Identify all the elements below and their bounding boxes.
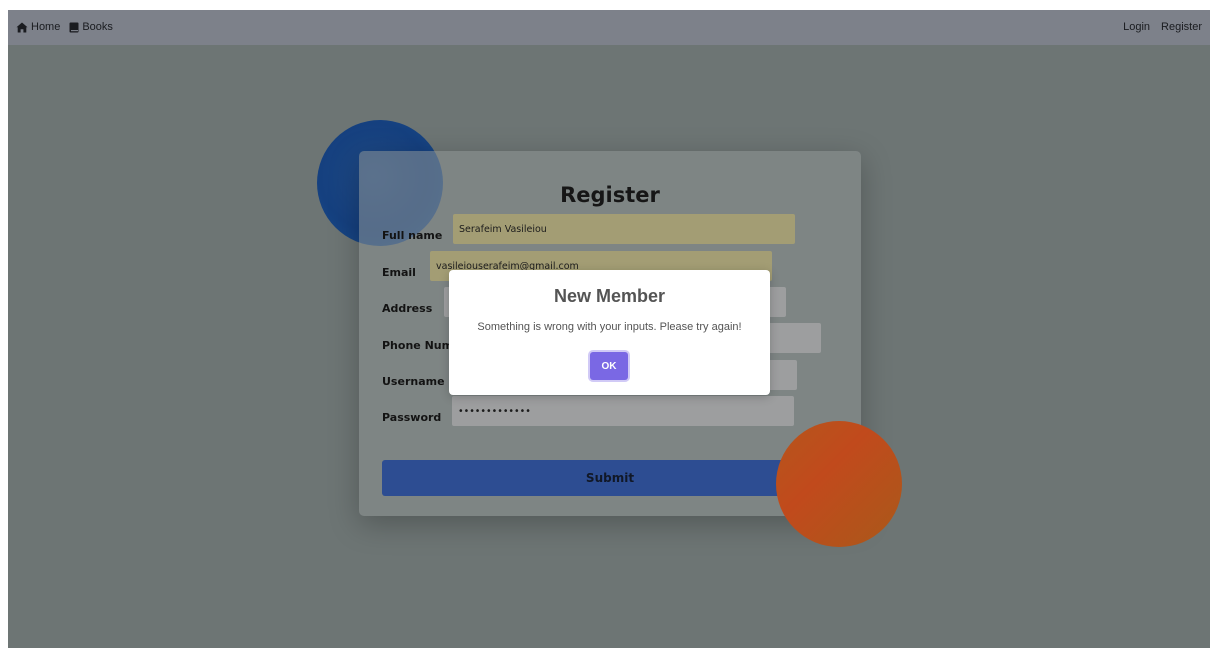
nav-home-label: Home [31, 21, 61, 33]
ok-button[interactable]: OK [590, 352, 628, 380]
nav-books-link[interactable]: Books [69, 20, 113, 34]
page-viewport: Home Books Login Register Register Full … [8, 10, 1210, 648]
full-name-input[interactable] [453, 214, 795, 244]
book-icon [69, 22, 79, 32]
address-label: Address [382, 302, 433, 315]
dialog-title: New Member [553, 286, 666, 306]
alert-dialog: New Member Something is wrong with your … [449, 270, 770, 395]
dialog-message: Something is wrong with your inputs. Ple… [477, 321, 742, 333]
form-title: Register [560, 183, 660, 207]
nav-books-label: Books [82, 21, 113, 33]
decorative-orange-circle [776, 421, 902, 547]
username-label: Username [382, 375, 445, 388]
home-icon [16, 22, 28, 32]
password-input[interactable] [452, 396, 794, 426]
navbar: Home Books Login Register [8, 10, 1210, 45]
nav-login-link[interactable]: Login [1123, 20, 1150, 34]
email-label: Email [382, 266, 416, 279]
nav-right: Login Register [1123, 20, 1202, 34]
nav-home-link[interactable]: Home [16, 20, 60, 34]
submit-button[interactable]: Submit [382, 460, 838, 496]
password-label: Password [382, 411, 442, 424]
nav-register-link[interactable]: Register [1161, 20, 1202, 34]
full-name-label: Full name [382, 229, 443, 242]
nav-left: Home Books [16, 20, 113, 34]
